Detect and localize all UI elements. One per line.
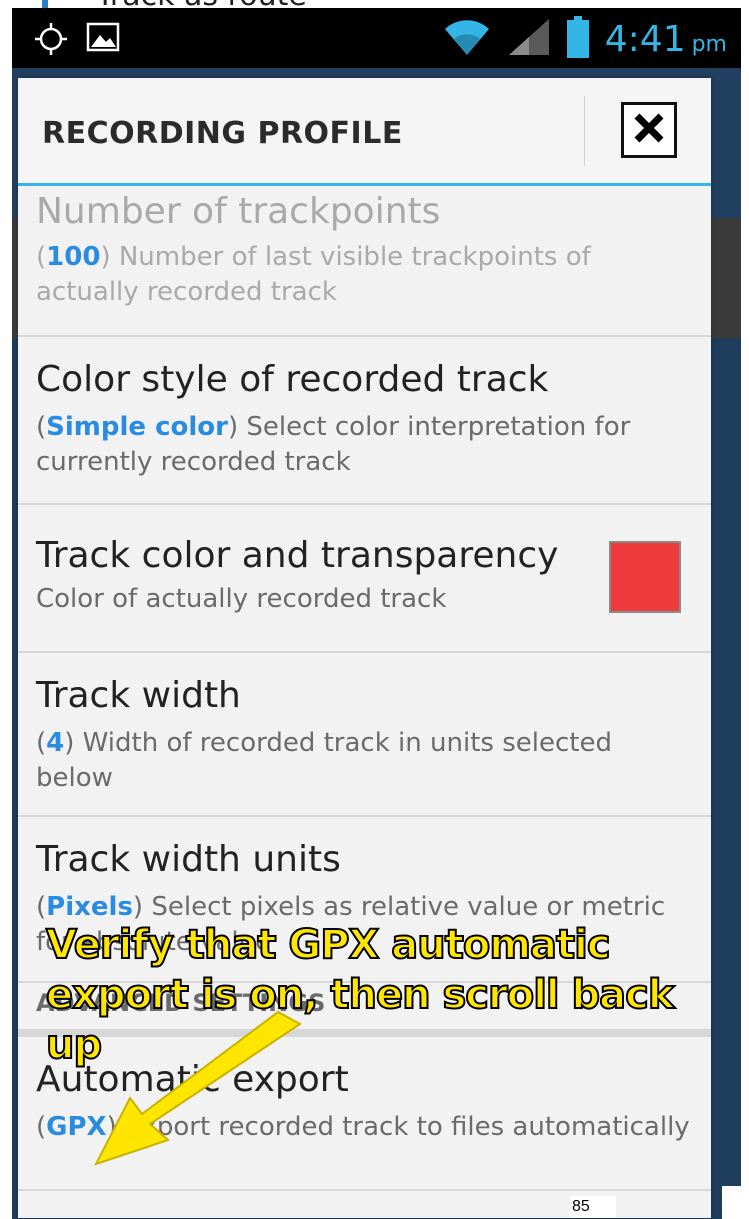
setting-desc: (4) Width of recorded track in units sel… — [36, 728, 612, 793]
setting-title: Track width — [36, 675, 241, 716]
setting-value: 4 — [46, 728, 65, 758]
top-crop-label: Track as route — [96, 0, 307, 8]
setting-track-width[interactable]: Track width (4) Width of recorded track … — [18, 653, 711, 817]
close-icon — [632, 111, 666, 149]
setting-desc: Color of actually recorded track — [36, 584, 447, 614]
setting-desc-text: Export recorded track to files automatic… — [116, 1112, 690, 1142]
setting-title: Color style of recorded track — [36, 359, 549, 400]
status-right: 4:41 pm — [443, 16, 727, 62]
wifi-icon — [443, 17, 491, 61]
setting-automatic-export[interactable]: Automatic export (GPX) Export recorded t… — [18, 1031, 711, 1191]
setting-desc: (Pixels) Select pixels as relative value… — [36, 892, 666, 957]
setting-title: Number of trackpoints — [36, 191, 441, 232]
setting-value: GPX — [46, 1112, 107, 1142]
clock-ampm: pm — [691, 31, 727, 57]
dialog-title: RECORDING PROFILE — [42, 116, 403, 151]
selection-bar — [42, 0, 48, 8]
recording-profile-dialog: RECORDING PROFILE Number of trackpoints … — [18, 78, 711, 1218]
setting-title: Track width units — [36, 839, 341, 880]
setting-title: Automatic export — [36, 1059, 349, 1100]
setting-desc: (GPX) Export recorded track to files aut… — [36, 1112, 690, 1142]
gps-icon — [34, 22, 68, 60]
setting-value: Pixels — [46, 892, 133, 922]
image-icon — [86, 22, 120, 60]
status-bar: 4:41 pm — [12, 8, 741, 68]
setting-value: 100 — [46, 242, 101, 272]
clock-time: 4:41 — [604, 18, 686, 60]
status-left — [34, 22, 120, 60]
header-divider — [584, 96, 585, 166]
setting-track-width-units[interactable]: Track width units (Pixels) Select pixels… — [18, 817, 711, 983]
setting-color-style[interactable]: Color style of recorded track (Simple co… — [18, 337, 711, 505]
setting-number-of-trackpoints[interactable]: Number of trackpoints (100) Number of la… — [18, 189, 711, 337]
section-header-advanced: ADVANCED SETTINGS — [18, 983, 711, 1031]
dialog-header: RECORDING PROFILE — [18, 78, 711, 186]
clock: 4:41 pm — [605, 19, 727, 60]
battery-icon — [566, 16, 589, 62]
color-swatch[interactable] — [609, 541, 681, 613]
signal-icon — [507, 17, 551, 61]
setting-value: Simple color — [46, 412, 228, 442]
top-crop-row: Track as route — [0, 0, 749, 8]
setting-desc-text: Number of last visible trackpoints of ac… — [36, 242, 591, 307]
setting-desc-text: Width of recorded track in units selecte… — [36, 728, 612, 793]
settings-list: Number of trackpoints (100) Number of la… — [18, 189, 711, 1191]
close-button[interactable] — [621, 102, 677, 158]
setting-title: Track color and transparency — [36, 535, 559, 576]
setting-desc: (Simple color) Select color interpretati… — [36, 412, 631, 477]
setting-track-color[interactable]: Track color and transparency Color of ac… — [18, 505, 711, 653]
setting-desc: (100) Number of last visible trackpoints… — [36, 242, 591, 307]
